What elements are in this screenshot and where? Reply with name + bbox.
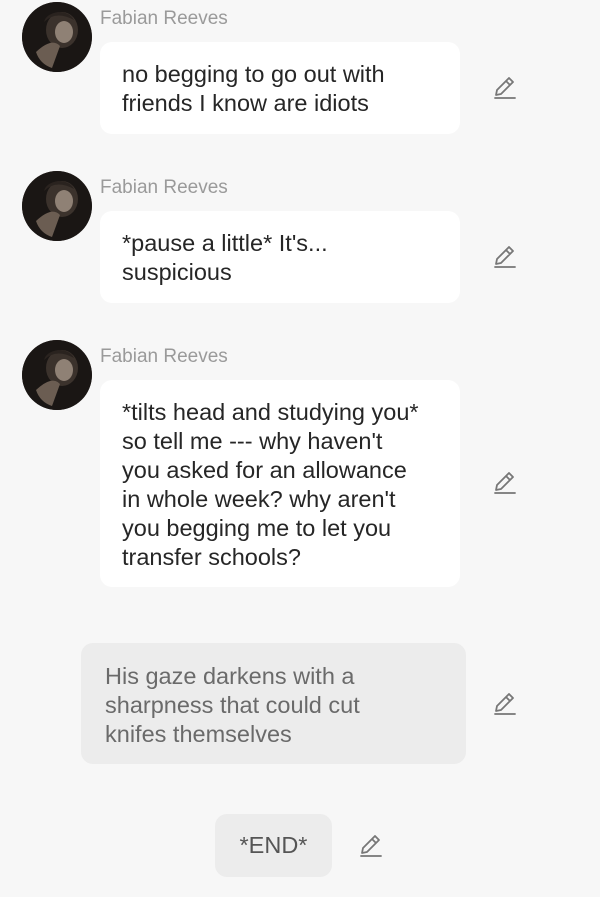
pencil-edit-icon[interactable] [492, 691, 518, 717]
sender-name: Fabian Reeves [100, 346, 228, 367]
message-text-line: in whole week? why aren't [122, 486, 396, 512]
message-text-line: so tell me --- why haven't [122, 428, 383, 454]
pencil-edit-icon[interactable] [492, 75, 518, 101]
pencil-edit-icon[interactable] [358, 833, 384, 859]
sender-name: Fabian Reeves [100, 8, 228, 29]
narration-text-line: sharpness that could cut [105, 692, 360, 718]
message-text-line: no begging to go out with [122, 61, 385, 87]
chat-screen: Fabian Reeves no begging to go out with … [0, 0, 600, 897]
message-bubble: no begging to go out with friends I know… [100, 42, 460, 134]
narration-bubble: His gaze darkens with a sharpness that c… [81, 643, 466, 764]
sender-name: Fabian Reeves [100, 177, 228, 198]
message-text-line: friends I know are idiots [122, 90, 369, 116]
message-text-line: suspicious [122, 259, 232, 285]
narration-text-line: knifes themselves [105, 721, 292, 747]
message-bubble: *tilts head and studying you* so tell me… [100, 380, 460, 587]
narration-text-line: His gaze darkens with a [105, 663, 355, 689]
avatar[interactable] [22, 340, 92, 410]
avatar[interactable] [22, 2, 92, 72]
message-text-line: *tilts head and studying you* [122, 399, 419, 425]
message-bubble: *pause a little* It's... suspicious [100, 211, 460, 303]
message-text-line: you asked for an allowance [122, 457, 407, 483]
end-marker: *END* [215, 814, 332, 877]
pencil-edit-icon[interactable] [492, 470, 518, 496]
message-text-line: you begging me to let you [122, 515, 392, 541]
avatar[interactable] [22, 171, 92, 241]
message-text-line: transfer schools? [122, 544, 301, 570]
pencil-edit-icon[interactable] [492, 244, 518, 270]
message-text-line: *pause a little* It's... [122, 230, 328, 256]
